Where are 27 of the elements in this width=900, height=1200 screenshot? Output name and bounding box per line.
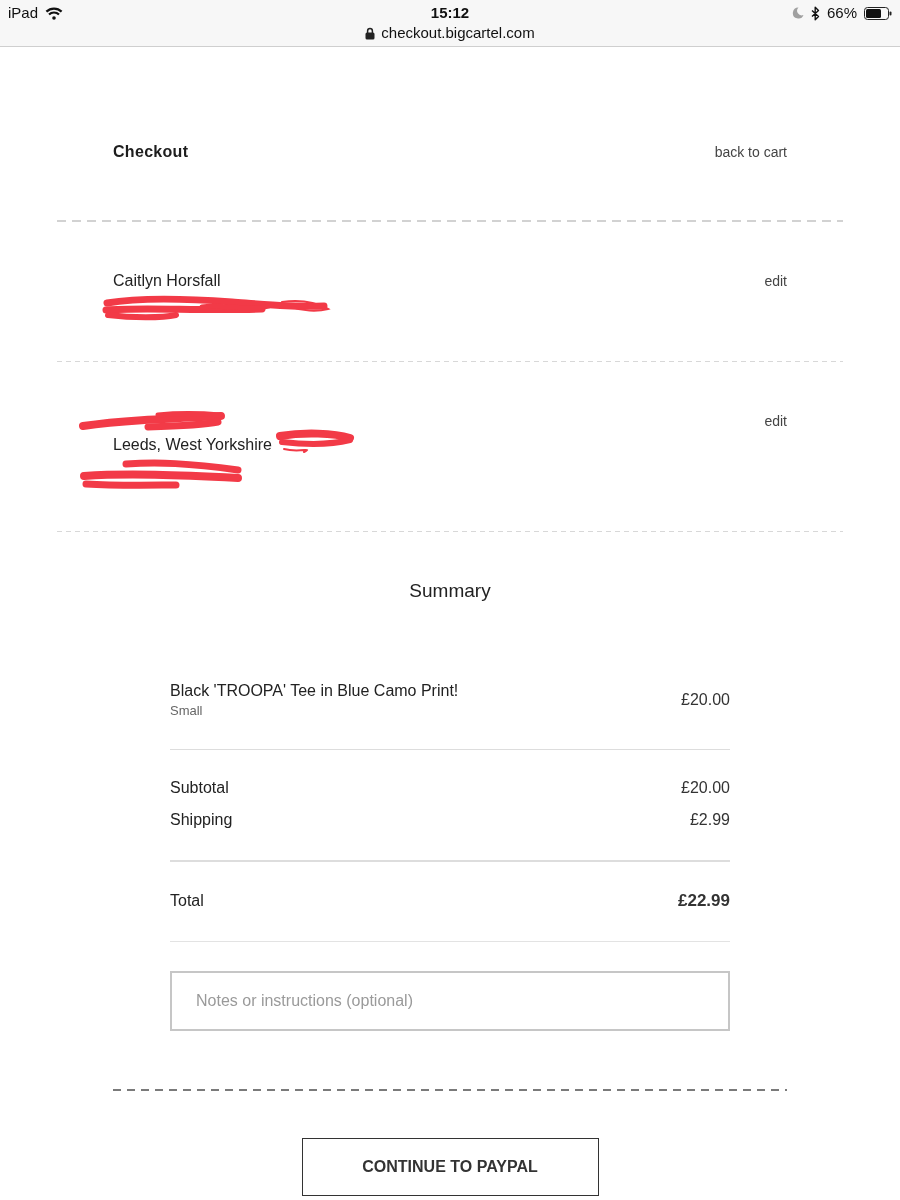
battery-icon [864,6,892,20]
cost-value: £2.99 [689,810,730,830]
total-label: Total [170,891,204,911]
battery-percentage: 66% [826,4,857,22]
notes-field[interactable]: Notes or instructions (optional) [170,971,730,1031]
continue-to-paypal-button[interactable]: CONTINUE TO PAYPAL [301,1138,599,1196]
address-line: Leeds, West Yorkshire [113,435,272,455]
edit-link[interactable]: edit [764,269,787,293]
product-option: Small [170,702,203,720]
device-name: iPad [8,4,39,22]
page-title: Checkout [113,142,189,162]
bluetooth-icon [810,5,820,21]
product-name: Black 'TROOPA' Tee in Blue Camo Print! [170,681,459,701]
cost-label: Subtotal [170,778,229,798]
url-text[interactable]: checkout.bigcartel.com [381,24,535,42]
total-value: £22.99 [678,890,730,912]
back-to-cart-link[interactable]: back to cart [714,140,787,164]
edit-link[interactable]: edit [764,409,787,433]
wifi-icon [45,6,64,20]
cost-label: Shipping [170,810,233,830]
section-title: Summary [409,579,491,603]
lock-icon [365,26,376,40]
cost-value: £20.00 [681,778,730,798]
address-line: Caitlyn Horsfall [113,271,221,291]
moon-icon [791,7,804,19]
product-price: £20.00 [681,690,730,710]
clock-time: 15:12 [430,4,470,22]
